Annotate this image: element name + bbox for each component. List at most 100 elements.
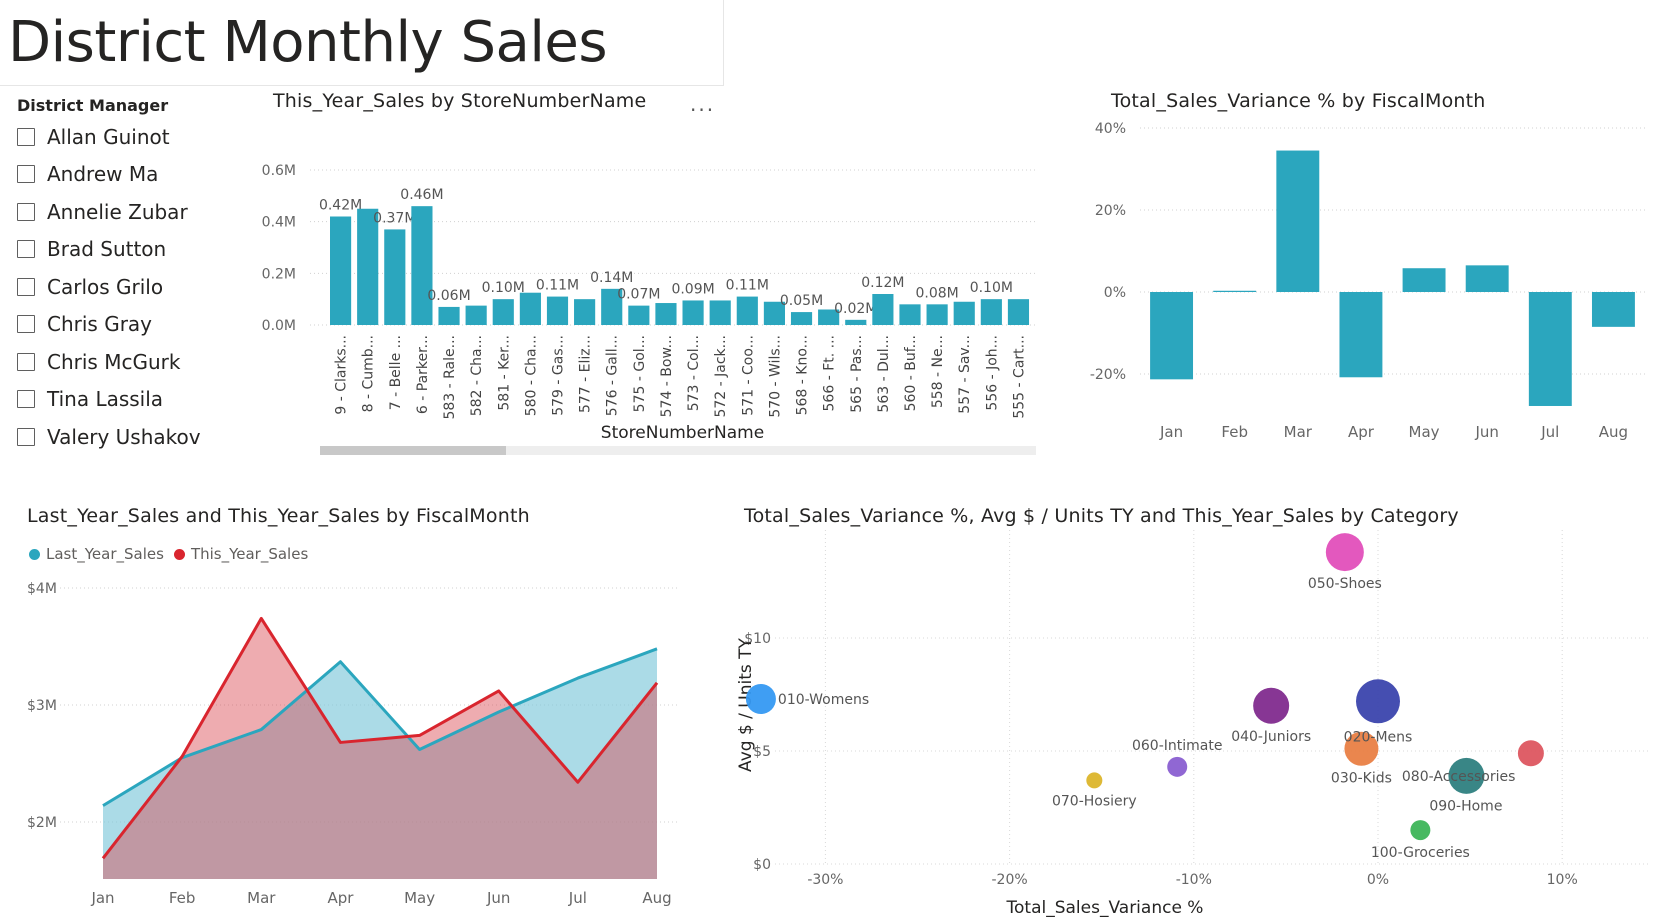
checkbox[interactable] — [17, 202, 35, 221]
checkbox[interactable] — [17, 277, 35, 296]
bar[interactable] — [736, 296, 758, 325]
x-tick-label: 10% — [1547, 872, 1578, 888]
slicer-item[interactable]: Allan Guinot — [17, 118, 201, 156]
slicer-item[interactable]: Carlos Grilo — [17, 268, 201, 306]
x-tick-label: -20% — [992, 872, 1028, 888]
data-label: 0.06M — [427, 288, 470, 304]
x-tick-label: 571 - Coo... — [740, 335, 756, 416]
bar[interactable] — [519, 292, 541, 325]
variance-bar-chart: 40% 20% 0% -20% Jan Feb Mar Apr May Jun Jul Aug — [1090, 121, 1645, 441]
bar[interactable] — [384, 229, 406, 325]
bar[interactable] — [872, 294, 894, 325]
x-tick-label: 574 - Bow... — [659, 335, 675, 417]
bar[interactable] — [1465, 265, 1509, 292]
x-tick-label: 582 - Cha... — [469, 335, 485, 416]
checkbox[interactable] — [17, 315, 35, 334]
scatter-point[interactable] — [1253, 687, 1290, 724]
point-label: 070-Hosiery — [1052, 793, 1137, 809]
x-tick-label: 0% — [1367, 872, 1389, 888]
bar[interactable] — [1007, 299, 1030, 325]
scatter-point[interactable] — [745, 684, 776, 715]
scatter-point[interactable] — [1325, 533, 1364, 572]
point-label: 040-Juniors — [1231, 729, 1311, 745]
bar[interactable] — [790, 312, 813, 325]
page-title: District Monthly Sales — [8, 10, 608, 75]
x-tick-label: 575 - Gol... — [632, 335, 648, 412]
bar[interactable] — [492, 299, 514, 325]
checkbox[interactable] — [17, 352, 35, 371]
slicer-item[interactable]: Brad Sutton — [17, 231, 201, 269]
slicer-item[interactable]: Andrew Ma — [17, 156, 201, 194]
chart-scrollbar-thumb[interactable] — [320, 446, 506, 455]
sales-area-legend: Last_Year_Sales This_Year_Sales — [29, 545, 308, 563]
x-tick-label: 577 - Eliz... — [578, 335, 594, 413]
slicer-item[interactable]: Tina Lassila — [17, 381, 201, 419]
scatter-point[interactable] — [1356, 679, 1400, 724]
x-tick-label: Jul — [568, 889, 587, 907]
data-label: 0.08M — [915, 285, 958, 301]
x-tick-label: Apr — [1348, 423, 1375, 441]
bar[interactable] — [899, 304, 921, 325]
bar[interactable] — [655, 303, 677, 325]
slicer-item[interactable]: Chris Gray — [17, 306, 201, 344]
bar[interactable] — [465, 305, 487, 325]
x-tick-label: Jan — [90, 889, 114, 907]
bar[interactable] — [546, 296, 569, 325]
x-tick-label: Jul — [1540, 423, 1559, 441]
legend-dot-this-year — [173, 548, 185, 560]
x-tick-label: 558 - Ne... — [930, 335, 946, 408]
data-label: 0.42M — [319, 198, 362, 214]
bar[interactable] — [411, 206, 433, 325]
legend-label-last-year[interactable]: Last_Year_Sales — [46, 545, 164, 563]
bar[interactable] — [1528, 292, 1572, 406]
slicer-item[interactable]: Annelie Zubar — [17, 193, 201, 231]
x-tick-label: 576 - Gall... — [605, 335, 621, 416]
slicer-item[interactable]: Valery Ushakov — [17, 418, 201, 456]
point-label: 100-Groceries — [1371, 845, 1470, 861]
variance-bar-chart-title: Total_Sales_Variance % by FiscalMonth — [1111, 90, 1486, 112]
checkbox[interactable] — [17, 240, 35, 259]
y-tick-label: 0.6M — [262, 163, 296, 179]
y-tick-label: 0.0M — [262, 318, 296, 334]
bar[interactable] — [682, 300, 704, 325]
x-tick-label: 565 - Pas... — [849, 335, 865, 413]
scatter-point[interactable] — [1517, 740, 1544, 767]
x-tick-label: 557 - Sav... — [957, 335, 973, 414]
bar[interactable] — [1213, 290, 1257, 292]
checkbox[interactable] — [17, 165, 35, 184]
bar[interactable] — [574, 299, 596, 325]
legend-label-this-year[interactable]: This_Year_Sales — [191, 545, 308, 563]
bar[interactable] — [953, 301, 975, 325]
scatter-point[interactable] — [1410, 820, 1431, 841]
bar[interactable] — [1402, 268, 1446, 292]
bar[interactable] — [709, 300, 731, 325]
bar[interactable] — [1150, 292, 1194, 380]
slicer-item[interactable]: Chris McGurk — [17, 343, 201, 381]
bar[interactable] — [926, 304, 948, 325]
more-options-button[interactable]: ... — [690, 92, 715, 116]
checkbox[interactable] — [17, 427, 35, 446]
bar[interactable] — [980, 299, 1002, 325]
x-tick-label: 570 - Wils... — [767, 335, 783, 418]
bar[interactable] — [628, 305, 650, 325]
bar[interactable] — [1339, 292, 1383, 378]
x-tick-label: -10% — [1176, 872, 1212, 888]
checkbox[interactable] — [17, 390, 35, 409]
scatter-point[interactable] — [1086, 772, 1103, 789]
data-label: 0.07M — [617, 287, 660, 303]
point-label: 020-Mens — [1344, 729, 1413, 745]
x-tick-label: 563 - Dul... — [876, 335, 892, 413]
bar[interactable] — [438, 306, 460, 325]
scatter-point[interactable] — [1167, 756, 1188, 777]
bar[interactable] — [845, 319, 867, 325]
slicer-item-label: Tina Lassila — [47, 387, 164, 412]
bar[interactable] — [330, 216, 352, 326]
x-tick-label: 573 - Col... — [686, 335, 702, 411]
bar[interactable] — [1276, 150, 1320, 292]
x-tick-label: 581 - Ker... — [496, 335, 512, 411]
x-tick-label: 583 - Rale... — [442, 335, 458, 420]
category-scatter-title: Total_Sales_Variance %, Avg $ / Units TY… — [744, 505, 1459, 527]
checkbox[interactable] — [17, 127, 35, 146]
bar[interactable] — [1591, 292, 1635, 327]
data-label: 0.10M — [482, 280, 525, 296]
